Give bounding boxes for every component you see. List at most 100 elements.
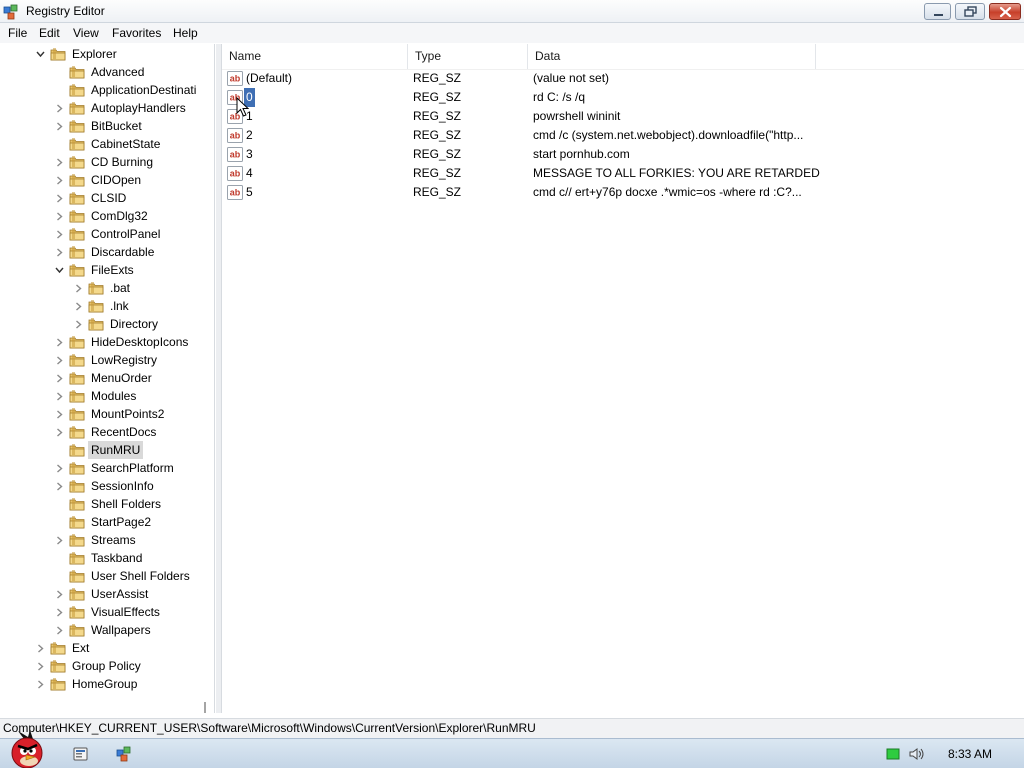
value-row[interactable]: ab 1 REG_SZ powrshell wininit (222, 107, 1024, 126)
tree-node[interactable]: HideDesktopIcons (2, 333, 202, 351)
tree-node[interactable]: Taskband (2, 549, 202, 567)
minimize-button[interactable] (924, 3, 951, 20)
column-header-type[interactable]: Type (408, 44, 528, 69)
chevron-right-icon[interactable] (55, 464, 64, 473)
close-button[interactable] (989, 3, 1021, 20)
menu-edit[interactable]: Edit (36, 25, 63, 41)
chevron-right-icon[interactable] (74, 284, 83, 293)
value-row[interactable]: ab 4 REG_SZ MESSAGE TO ALL FORKIES: YOU ARE… (222, 164, 1024, 183)
restore-button[interactable] (955, 3, 985, 20)
tree-node[interactable]: Advanced (2, 63, 202, 81)
chevron-right-icon[interactable] (55, 122, 64, 131)
tree-node[interactable]: AutoplayHandlers (2, 99, 202, 117)
tree-node[interactable]: Ext (2, 639, 202, 657)
tree-node[interactable]: MountPoints2 (2, 405, 202, 423)
menu-favorites[interactable]: Favorites (109, 25, 164, 41)
tree-node[interactable]: RunMRU (2, 441, 202, 459)
tree-node[interactable]: Discardable (2, 243, 202, 261)
chevron-right-icon[interactable] (55, 248, 64, 257)
tree-node[interactable]: Streams (2, 531, 202, 549)
tree-node[interactable]: CD Burning (2, 153, 202, 171)
network-status-icon[interactable] (886, 747, 900, 761)
chevron-right-icon[interactable] (55, 482, 64, 491)
tree-node[interactable]: LowRegistry (2, 351, 202, 369)
value-row[interactable]: ab 3 REG_SZ start pornhub.com (222, 145, 1024, 164)
value-name: 5 (246, 185, 253, 199)
value-row[interactable]: ab 5 REG_SZ cmd c// ert+y76p docxe .*wmic=o… (222, 183, 1024, 202)
tree-node[interactable]: VisualEffects (2, 603, 202, 621)
title-bar: Registry Editor (0, 0, 1024, 23)
value-row[interactable]: ab (Default) REG_SZ (value not set) (222, 69, 1024, 88)
taskbar-app-icon[interactable] (62, 742, 98, 767)
chevron-right-icon[interactable] (36, 662, 45, 671)
tree-node[interactable]: StartPage2 (2, 513, 202, 531)
chevron-right-icon[interactable] (74, 320, 83, 329)
registry-editor-taskbar-icon[interactable] (106, 742, 142, 767)
chevron-right-icon[interactable] (55, 212, 64, 221)
volume-icon[interactable] (908, 747, 926, 761)
tree-node[interactable]: .bat (2, 279, 202, 297)
value-row[interactable]: ab 0 REG_SZ rd C: /s /q (222, 88, 1024, 107)
menu-file[interactable]: File (5, 25, 30, 41)
tree-node[interactable]: Shell Folders (2, 495, 202, 513)
tree-node[interactable]: SearchPlatform (2, 459, 202, 477)
window-title: Registry Editor (26, 4, 105, 18)
chevron-right-icon[interactable] (55, 104, 64, 113)
close-icon (999, 6, 1012, 18)
tree-node[interactable]: FileExts (2, 261, 202, 279)
tree-node[interactable]: .lnk (2, 297, 202, 315)
folder-icon (69, 192, 85, 205)
chevron-right-icon[interactable] (55, 176, 64, 185)
menu-view[interactable]: View (70, 25, 102, 41)
chevron-right-icon[interactable] (55, 338, 64, 347)
chevron-right-icon[interactable] (55, 536, 64, 545)
folder-icon (69, 138, 85, 151)
chevron-right-icon[interactable] (55, 194, 64, 203)
chevron-right-icon[interactable] (55, 356, 64, 365)
tree-node-label: RunMRU (88, 441, 144, 459)
chevron-right-icon[interactable] (55, 626, 64, 635)
tree-node[interactable]: CLSID (2, 189, 202, 207)
folder-icon (88, 300, 104, 313)
tree-node[interactable]: ComDlg32 (2, 207, 202, 225)
tree-node[interactable]: Explorer (2, 45, 202, 63)
chevron-down-icon[interactable] (55, 266, 64, 275)
tree-node[interactable]: ControlPanel (2, 225, 202, 243)
value-row[interactable]: ab 2 REG_SZ cmd /c (system.net.webobject).d… (222, 126, 1024, 145)
tree-node[interactable]: SessionInfo (2, 477, 202, 495)
chevron-right-icon[interactable] (55, 374, 64, 383)
chevron-right-icon[interactable] (55, 158, 64, 167)
angry-bird-start-icon[interactable] (4, 731, 50, 768)
tree-node[interactable]: HomeGroup (2, 675, 202, 693)
chevron-right-icon[interactable] (36, 644, 45, 653)
tree-node[interactable]: Wallpapers (2, 621, 202, 639)
chevron-right-icon[interactable] (55, 428, 64, 437)
tree-node[interactable]: Modules (2, 387, 202, 405)
tree-node[interactable]: User Shell Folders (2, 567, 202, 585)
taskbar-clock[interactable]: 8:33 AM (948, 747, 992, 761)
tree-node[interactable]: CIDOpen (2, 171, 202, 189)
tree-vertical-scrollbar[interactable] (204, 702, 206, 713)
chevron-right-icon[interactable] (55, 608, 64, 617)
tree-node[interactable]: MenuOrder (2, 369, 202, 387)
tree-node[interactable]: Group Policy (2, 657, 202, 675)
tree-node[interactable]: ApplicationDestinati (2, 81, 202, 99)
chevron-down-icon[interactable] (36, 50, 45, 59)
tree-node[interactable]: UserAssist (2, 585, 202, 603)
column-header-data[interactable]: Data (528, 44, 816, 69)
tree-node[interactable]: CabinetState (2, 135, 202, 153)
menu-help[interactable]: Help (170, 25, 201, 41)
tree-node-label: Shell Folders (91, 497, 162, 511)
chevron-right-icon[interactable] (55, 590, 64, 599)
chevron-right-icon[interactable] (55, 410, 64, 419)
column-header-name[interactable]: Name (222, 44, 408, 69)
chevron-right-icon[interactable] (55, 230, 64, 239)
tree-node[interactable]: RecentDocs (2, 423, 202, 441)
registry-tree[interactable]: Explorer Advanced ApplicationDestinati Auto… (2, 44, 215, 713)
chevron-right-icon[interactable] (55, 392, 64, 401)
chevron-right-icon[interactable] (36, 680, 45, 689)
tree-node[interactable]: BitBucket (2, 117, 202, 135)
tree-node[interactable]: Directory (2, 315, 202, 333)
chevron-right-icon[interactable] (74, 302, 83, 311)
values-list[interactable]: Name Type Data ab (Default) REG_SZ (value n… (221, 44, 1024, 713)
